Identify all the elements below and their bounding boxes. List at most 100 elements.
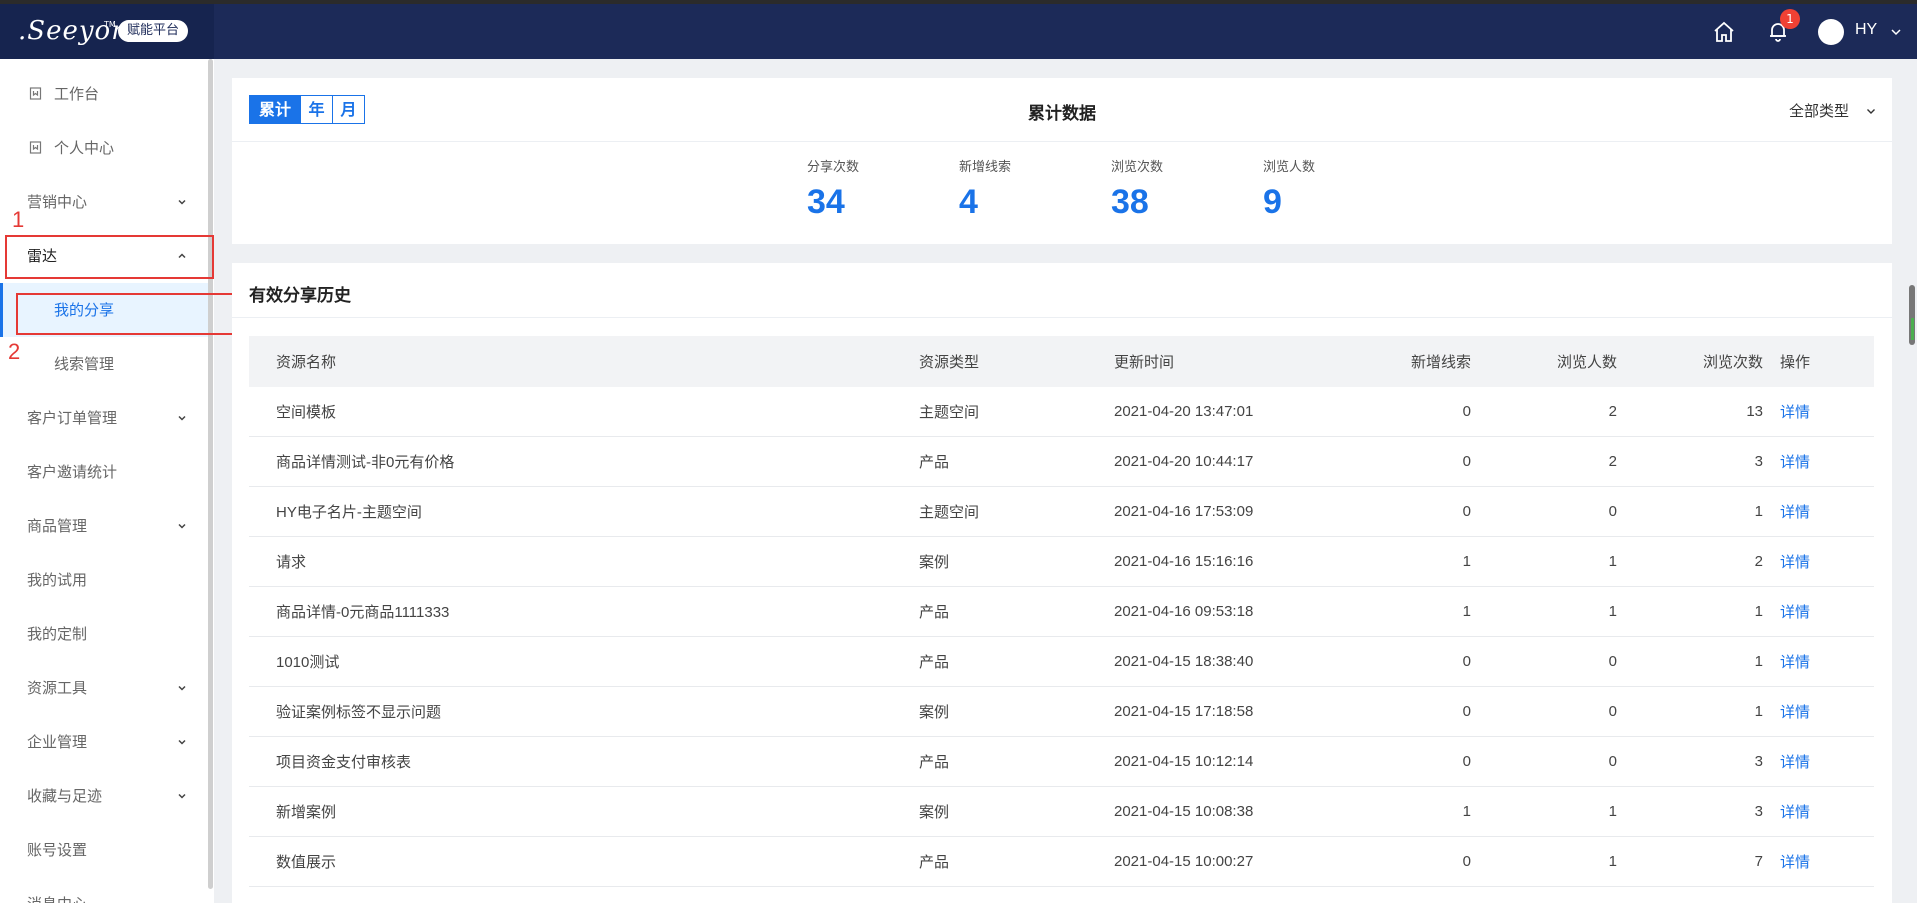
chevron-down-icon bbox=[1867, 109, 1875, 114]
details-link[interactable]: 详情 bbox=[1780, 587, 1810, 636]
user-name[interactable]: HY bbox=[1855, 21, 1877, 39]
cell-update-time: 2021-04-16 15:16:16 bbox=[1114, 553, 1254, 570]
sidebar-item-label: 企业管理 bbox=[27, 733, 88, 751]
cell-update-time: 2021-04-20 13:47:01 bbox=[1114, 403, 1254, 420]
avatar[interactable] bbox=[1818, 19, 1844, 45]
chevron-down-icon bbox=[178, 415, 186, 421]
table-row: 1010测试 产品 2021-04-15 18:38:40 0 0 1 详情 bbox=[249, 637, 1874, 687]
sidebar-item-resource-tools[interactable]: 资源工具 bbox=[0, 661, 208, 715]
cell-resource-name: 数值展示 bbox=[276, 854, 337, 871]
cell-resource-type: 案例 bbox=[919, 554, 950, 571]
sidebar-scrollbar[interactable] bbox=[208, 59, 213, 889]
cell-resource-name: 新增案例 bbox=[276, 804, 337, 821]
details-link[interactable]: 详情 bbox=[1780, 387, 1810, 436]
sidebar-item-workbench[interactable]: 工作台 bbox=[0, 67, 208, 121]
cell-resource-name: 项目资金支付审核表 bbox=[276, 754, 412, 771]
stat-share-count: 分享次数 34 bbox=[807, 156, 859, 222]
details-link[interactable]: 详情 bbox=[1780, 737, 1810, 786]
stat-value: 4 bbox=[959, 183, 978, 221]
chevron-down-icon bbox=[178, 739, 186, 745]
type-filter-select[interactable]: 全部类型 bbox=[1789, 100, 1875, 121]
cell-views: 7 bbox=[1754, 853, 1763, 870]
annotation-number-1: 1 bbox=[12, 207, 25, 232]
column-header-name: 资源名称 bbox=[276, 353, 337, 371]
table-header: 资源名称 资源类型 更新时间 新增线索 浏览人数 浏览次数 操作 bbox=[249, 336, 1874, 387]
cell-resource-name: 商品详情-0元商品1111333 bbox=[276, 604, 450, 621]
notification-badge: 1 bbox=[1780, 9, 1800, 29]
cell-visitors: 1 bbox=[1608, 853, 1617, 870]
stat-view-count: 浏览次数 38 bbox=[1111, 156, 1163, 222]
table-row: 请求 案例 2021-04-16 15:16:16 1 1 2 详情 bbox=[249, 537, 1874, 587]
details-link[interactable]: 详情 bbox=[1780, 787, 1810, 836]
cell-resource-type: 产品 bbox=[919, 854, 950, 871]
home-icon[interactable] bbox=[1712, 20, 1736, 44]
sidebar-item-lead-management[interactable]: 线索管理 bbox=[0, 337, 208, 391]
sidebar-item-label: 消息中心 bbox=[27, 877, 87, 903]
cell-views: 1 bbox=[1754, 503, 1763, 520]
sidebar-item-account-settings[interactable]: 账号设置 bbox=[0, 823, 208, 877]
details-link[interactable]: 详情 bbox=[1780, 537, 1810, 586]
details-link[interactable]: 详情 bbox=[1780, 437, 1810, 486]
cell-update-time: 2021-04-15 10:12:14 bbox=[1114, 753, 1254, 770]
cell-views: 3 bbox=[1754, 753, 1763, 770]
chevron-down-icon[interactable] bbox=[1890, 26, 1902, 38]
cell-update-time: 2021-04-15 17:18:58 bbox=[1114, 703, 1254, 720]
sidebar-item-customer-orders[interactable]: 客户订单管理 bbox=[0, 391, 208, 445]
sidebar-item-my-customizations[interactable]: 我的定制 bbox=[0, 607, 208, 661]
cell-new-leads: 0 bbox=[1462, 703, 1471, 720]
logo-trademark: TM bbox=[104, 20, 116, 29]
table-row: 项目资金支付审核表 产品 2021-04-15 10:12:14 0 0 3 详情 bbox=[249, 737, 1874, 787]
sidebar-item-label: 我的试用 bbox=[27, 571, 88, 589]
cell-resource-name: 1010测试 bbox=[276, 654, 340, 671]
logo-area[interactable]: .Seeyon TM 赋能平台 bbox=[0, 4, 214, 59]
cell-views: 3 bbox=[1754, 453, 1763, 470]
cell-views: 3 bbox=[1754, 803, 1763, 820]
table-row: 商品详情测试-非0元有价格 产品 2021-04-20 10:44:17 0 2 3 详情 bbox=[249, 437, 1874, 487]
details-link[interactable]: 详情 bbox=[1780, 487, 1810, 536]
table-row: 新增案例 案例 2021-04-15 10:08:38 1 1 3 详情 bbox=[249, 787, 1874, 837]
chevron-down-icon bbox=[178, 685, 186, 691]
cell-views: 13 bbox=[1746, 403, 1763, 420]
details-link[interactable]: 详情 bbox=[1780, 637, 1810, 686]
chevron-down-icon bbox=[178, 199, 186, 205]
stat-visitor-count: 浏览人数 9 bbox=[1263, 156, 1315, 222]
scrollbar-indicator bbox=[1911, 318, 1914, 340]
cell-new-leads: 0 bbox=[1462, 503, 1471, 520]
cell-visitors: 1 bbox=[1608, 553, 1617, 570]
sidebar-item-label: 账号设置 bbox=[27, 841, 88, 859]
cell-new-leads: 1 bbox=[1462, 603, 1471, 620]
cell-resource-type: 产品 bbox=[919, 604, 950, 621]
cell-views: 1 bbox=[1754, 653, 1763, 670]
cell-visitors: 0 bbox=[1608, 703, 1617, 720]
sidebar-item-label: 个人中心 bbox=[54, 139, 115, 157]
cell-visitors: 0 bbox=[1608, 653, 1617, 670]
sidebar-item-personal-center[interactable]: 个人中心 bbox=[0, 121, 208, 175]
cell-resource-name: 空间模板 bbox=[276, 404, 337, 421]
stat-new-leads: 新增线索 4 bbox=[959, 156, 1011, 222]
summary-card: 累计 年 月 累计数据 全部类型 分享次数 34 新增线索 4 浏览次数 38 … bbox=[232, 78, 1892, 244]
sidebar-item-message-center[interactable]: 消息中心 bbox=[0, 877, 208, 903]
cell-resource-name: 请求 bbox=[276, 554, 307, 571]
table-row: 空间模板 主题空间 2021-04-20 13:47:01 0 2 13 详情 bbox=[249, 387, 1874, 437]
sidebar-item-enterprise-management[interactable]: 企业管理 bbox=[0, 715, 208, 769]
sidebar-item-my-trials[interactable]: 我的试用 bbox=[0, 553, 208, 607]
cell-update-time: 2021-04-20 10:44:17 bbox=[1114, 453, 1254, 470]
stat-value: 9 bbox=[1263, 183, 1282, 221]
cell-update-time: 2021-04-16 17:53:09 bbox=[1114, 503, 1254, 520]
cell-update-time: 2021-04-15 18:38:40 bbox=[1114, 653, 1254, 670]
sidebar-item-marketing-center[interactable]: 营销中心 bbox=[0, 175, 208, 229]
sidebar-item-product-management[interactable]: 商品管理 bbox=[0, 499, 208, 553]
cell-views: 1 bbox=[1754, 703, 1763, 720]
sidebar-item-label: 客户邀请统计 bbox=[27, 463, 118, 481]
details-link[interactable]: 详情 bbox=[1780, 837, 1810, 886]
cell-new-leads: 0 bbox=[1462, 453, 1471, 470]
cell-visitors: 2 bbox=[1608, 453, 1617, 470]
details-link[interactable]: 详情 bbox=[1780, 687, 1810, 736]
cell-resource-name: HY电子名片-主题空间 bbox=[276, 504, 422, 521]
annotation-box-1 bbox=[5, 235, 214, 279]
stat-label: 浏览次数 bbox=[1111, 160, 1164, 175]
sidebar-item-favorites-footprints[interactable]: 收藏与足迹 bbox=[0, 769, 208, 823]
stat-label: 分享次数 bbox=[807, 160, 860, 175]
cell-visitors: 0 bbox=[1608, 753, 1617, 770]
sidebar-item-customer-invites[interactable]: 客户邀请统计 bbox=[0, 445, 208, 499]
